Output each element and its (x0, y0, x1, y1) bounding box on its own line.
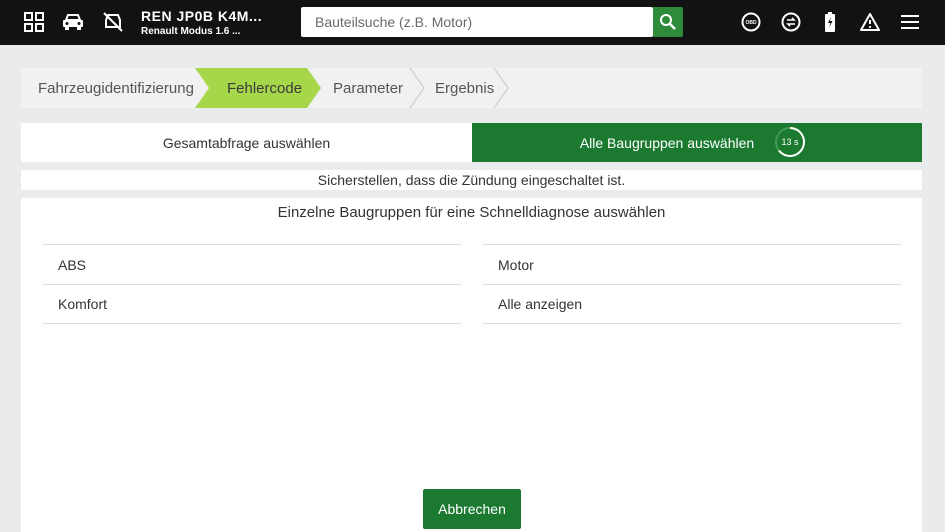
obd-label: OBD (745, 20, 757, 26)
cancel-button[interactable]: Abbrechen (423, 489, 521, 529)
panel-title: Einzelne Baugruppen für eine Schnelldiag… (277, 204, 666, 221)
group-item-abs[interactable]: ABS (43, 244, 461, 284)
ignition-notice: Sicherstellen, dass die Zündung eingesch… (21, 170, 922, 190)
all-groups-button[interactable]: Alle Baugruppen auswählen 13 s (472, 123, 922, 162)
group-panel: Einzelne Baugruppen für eine Schnelldiag… (21, 198, 922, 532)
step-result[interactable]: Ergebnis (435, 68, 494, 108)
countdown-timer: 13 s (774, 126, 806, 158)
battery-icon[interactable] (818, 10, 842, 34)
car-icon[interactable] (61, 10, 85, 34)
car-crossed-icon[interactable] (101, 10, 125, 34)
step-breadcrumb: Fahrzeugidentifizierung Fehlercode Param… (21, 68, 922, 108)
vehicle-info: REN JP0B K4M... Renault Modus 1.6 ... (141, 8, 262, 38)
grid-icon[interactable] (22, 10, 46, 34)
timer-text: 13 s (781, 137, 799, 147)
group-item-engine[interactable]: Motor (483, 244, 901, 284)
group-item-comfort[interactable]: Komfort (43, 284, 461, 324)
search-icon (660, 14, 676, 30)
group-item-label: Motor (498, 256, 534, 273)
group-item-show-all[interactable]: Alle anzeigen (483, 284, 901, 324)
top-bar: REN JP0B K4M... Renault Modus 1.6 ... OB… (0, 0, 945, 45)
group-item-label: Komfort (58, 296, 108, 312)
transfer-icon[interactable] (779, 10, 803, 34)
step-parameters[interactable]: Parameter (333, 68, 403, 108)
step-separator-icon (409, 68, 425, 108)
obd-icon[interactable]: OBD (739, 10, 763, 34)
all-groups-label: Alle Baugruppen auswählen (579, 134, 755, 151)
group-item-label: ABS (58, 256, 87, 273)
full-scan-label: Gesamtabfrage auswählen (162, 134, 331, 151)
vehicle-model: Renault Modus 1.6 ... (141, 26, 241, 37)
search-input[interactable] (301, 7, 653, 37)
menu-icon[interactable] (898, 10, 922, 34)
group-item-label: Alle anzeigen (498, 296, 583, 312)
step-separator-icon (493, 68, 509, 108)
full-scan-button[interactable]: Gesamtabfrage auswählen (21, 123, 472, 162)
warning-icon[interactable] (858, 10, 882, 34)
vehicle-code: REN JP0B K4M... (141, 8, 263, 24)
step-vehicle-identification[interactable]: Fahrzeugidentifizierung (38, 68, 194, 108)
search-button[interactable] (653, 7, 683, 37)
step-fault-code[interactable]: Fehlercode (227, 68, 302, 108)
